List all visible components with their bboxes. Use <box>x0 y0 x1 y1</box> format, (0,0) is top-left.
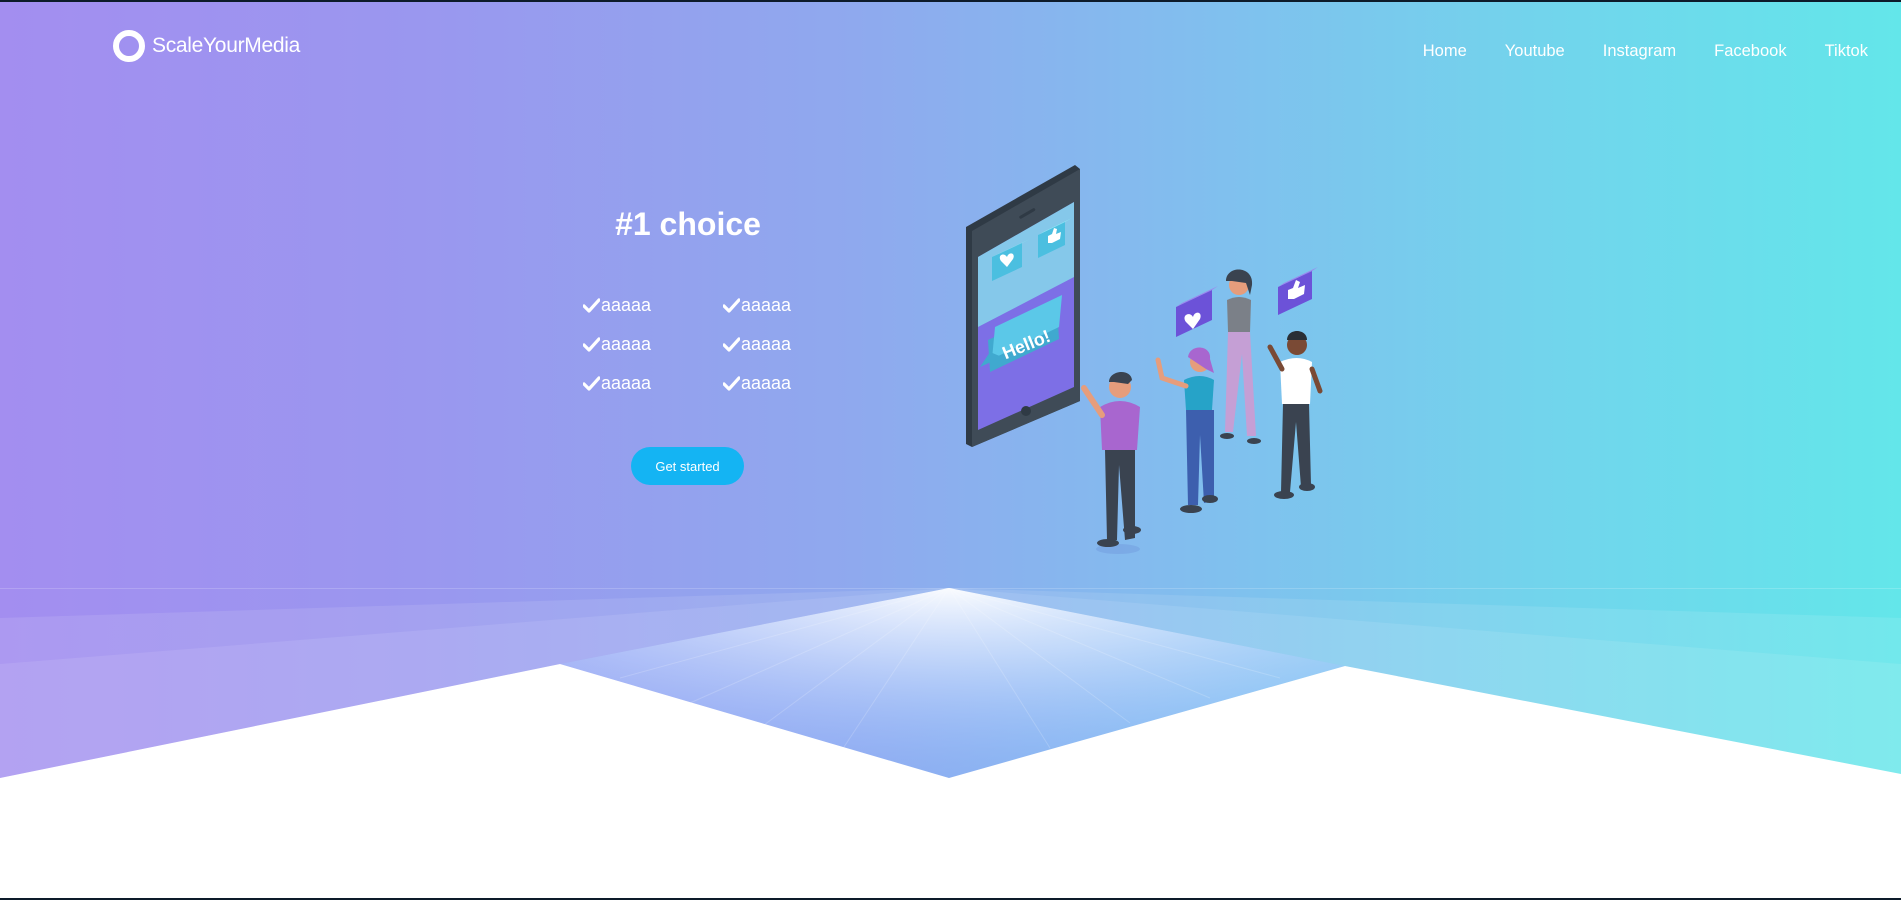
hero-title: #1 choice <box>615 206 761 242</box>
heart-bubble-icon <box>1176 286 1218 337</box>
check-icon <box>723 375 740 391</box>
nav-instagram[interactable]: Instagram <box>1603 42 1676 61</box>
person-white-shirt <box>1267 331 1323 499</box>
check-icon <box>583 336 600 352</box>
check-icon <box>583 375 600 391</box>
feature-label: aaaaa <box>601 372 652 393</box>
bottom-light-decoration <box>0 588 1901 898</box>
feature-label: aaaaa <box>601 294 652 315</box>
feature-label: aaaaa <box>741 333 792 354</box>
feature-item: aaaaa <box>723 294 833 316</box>
nav-youtube[interactable]: Youtube <box>1505 42 1565 61</box>
phone-illustration <box>966 165 1080 447</box>
feature-item: aaaaa <box>723 372 833 394</box>
thumbs-up-bubble-icon <box>1278 267 1318 315</box>
nav-tiktok[interactable]: Tiktok <box>1825 42 1868 61</box>
nav-home[interactable]: Home <box>1423 42 1467 61</box>
feature-label: aaaaa <box>601 333 652 354</box>
feature-label: aaaaa <box>741 294 792 315</box>
brand-logo[interactable]: ScaleYourMedia <box>113 30 300 62</box>
feature-item: aaaaa <box>583 294 723 316</box>
feature-item: aaaaa <box>583 333 723 355</box>
landing-page: ScaleYourMedia Home Youtube Instagram Fa… <box>0 2 1901 898</box>
hero-illustration: Hello! <box>966 165 1323 554</box>
brand-name: ScaleYourMedia <box>152 34 300 57</box>
logo-ring-icon <box>113 30 145 62</box>
person-gray-top <box>1220 269 1261 444</box>
feature-label: aaaaa <box>741 372 792 393</box>
check-icon <box>723 297 740 313</box>
main-nav: Home Youtube Instagram Facebook Tiktok <box>1423 42 1868 61</box>
nav-facebook[interactable]: Facebook <box>1714 42 1786 61</box>
feature-list: aaaaa aaaaa aaaaa aaaaa aaaaa aaaaa <box>583 294 833 394</box>
feature-item: aaaaa <box>723 333 833 355</box>
person-teal-shirt <box>1155 347 1218 513</box>
check-icon <box>583 297 600 313</box>
get-started-button[interactable]: Get started <box>631 447 744 485</box>
person-purple-shirt <box>1081 371 1141 547</box>
feature-item: aaaaa <box>583 372 723 394</box>
check-icon <box>723 336 740 352</box>
